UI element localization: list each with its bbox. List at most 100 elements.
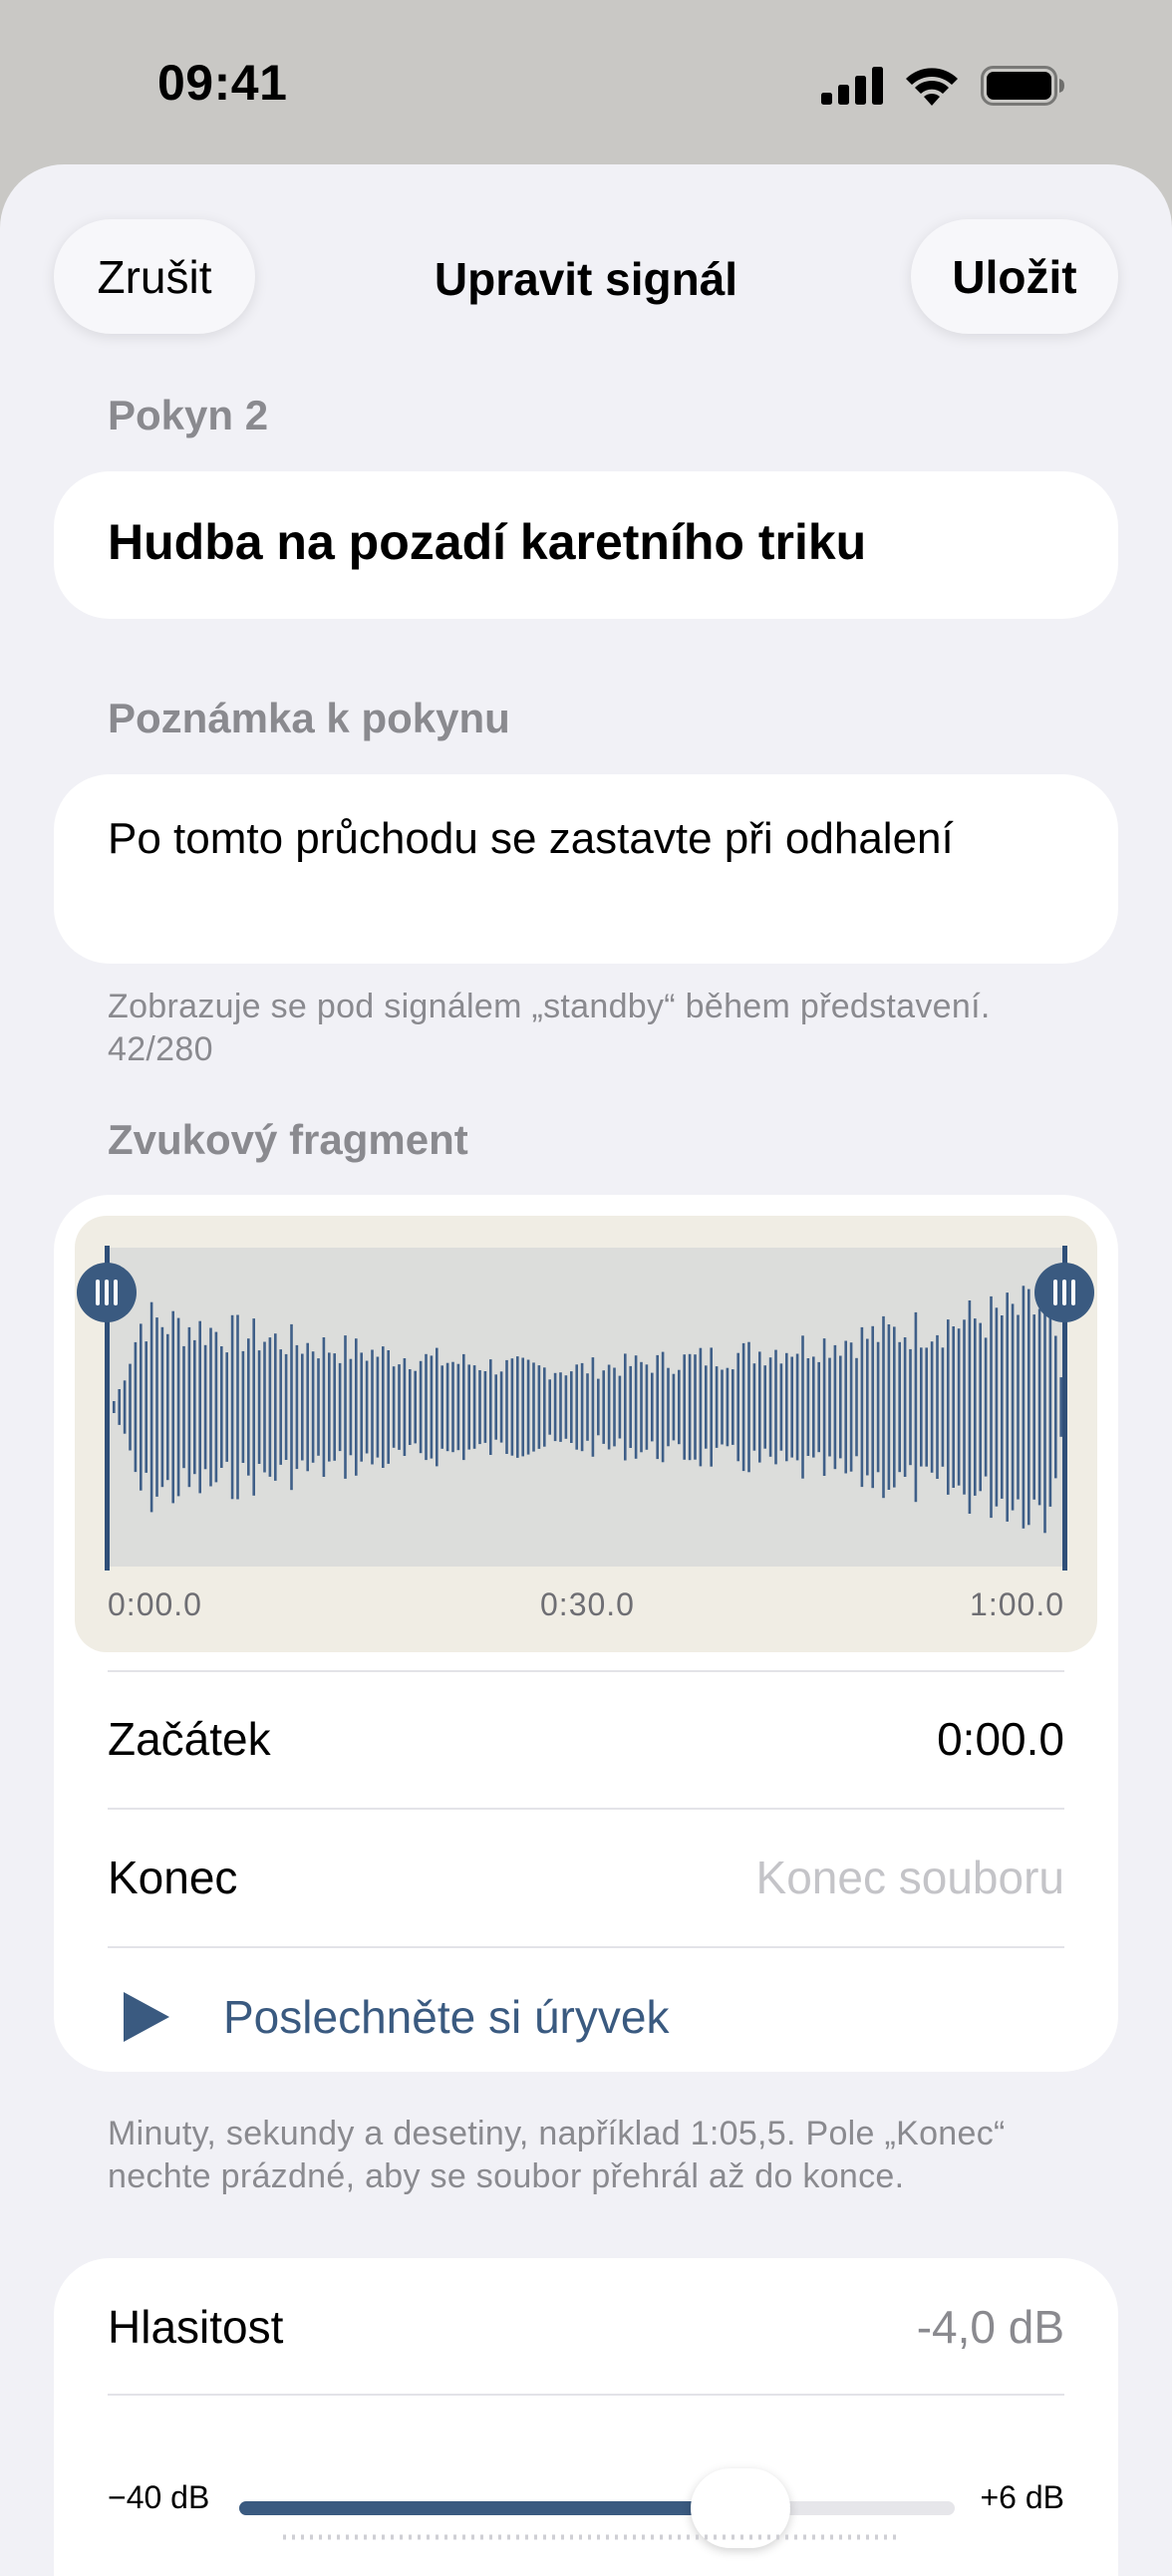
waveform-bar xyxy=(392,1366,396,1448)
waveform-bar xyxy=(160,1326,164,1488)
timeline-start-label: 0:00.0 xyxy=(108,1586,202,1622)
waveform-bar xyxy=(984,1337,988,1477)
waveform-bar xyxy=(898,1341,901,1473)
volume-max-label: +6 dB xyxy=(980,2479,1064,2515)
waveform-bar xyxy=(909,1348,912,1466)
waveform-bar xyxy=(176,1317,180,1497)
waveform-bar xyxy=(661,1351,665,1463)
waveform-bar xyxy=(419,1360,423,1454)
waveform-bar xyxy=(456,1363,460,1451)
volume-slider-track[interactable] xyxy=(239,2468,955,2548)
waveform-bar xyxy=(414,1370,417,1444)
waveform-bar xyxy=(113,1401,116,1413)
waveform-bar xyxy=(440,1365,443,1449)
timeline-end-label: 1:00.0 xyxy=(970,1586,1064,1622)
save-button[interactable]: Uložit xyxy=(911,219,1118,334)
start-time-value[interactable]: 0:00.0 xyxy=(937,1712,1064,1766)
waveform-bar xyxy=(1011,1303,1015,1511)
waveform-bar xyxy=(1022,1286,1026,1529)
waveform-bar xyxy=(564,1375,568,1439)
waveform-bar xyxy=(268,1337,272,1477)
waveform-bar xyxy=(822,1338,826,1476)
waveform-bar xyxy=(580,1362,584,1452)
waveform-bar xyxy=(306,1342,309,1472)
waveform-bar xyxy=(763,1365,766,1449)
waveform-bar xyxy=(963,1319,966,1495)
waveform-bar xyxy=(257,1350,261,1464)
start-time-row[interactable]: Začátek 0:00.0 xyxy=(108,1670,1064,1808)
volume-min-label: −40 dB xyxy=(108,2479,210,2515)
waveform-bar xyxy=(849,1342,853,1472)
preview-clip-label: Poslechněte si úryvek xyxy=(223,1991,670,2043)
waveform-bar xyxy=(602,1370,605,1444)
waveform-bar xyxy=(203,1344,207,1470)
volume-label: Hlasitost xyxy=(108,2301,284,2353)
waveform-bar xyxy=(241,1350,245,1463)
waveform-bar xyxy=(236,1314,239,1500)
cue-section-label: Pokyn 2 xyxy=(108,392,269,438)
waveform-bar xyxy=(672,1373,676,1441)
clip-card: 0:00.0 0:30.0 1:00.0 Začátek 0:00.0 Kone… xyxy=(54,1195,1118,2072)
waveform-bar xyxy=(1037,1308,1041,1506)
waveform-bar xyxy=(559,1372,562,1442)
waveform-bar xyxy=(425,1353,428,1461)
trim-end-handle[interactable] xyxy=(1034,1263,1094,1322)
clip-section-label: Zvukový fragment xyxy=(108,1116,468,1163)
waveform-bar xyxy=(871,1325,874,1489)
waveform-bar xyxy=(947,1319,950,1495)
trim-start-handle[interactable] xyxy=(77,1263,137,1322)
waveform-bar xyxy=(532,1362,535,1452)
waveform-bar xyxy=(489,1359,492,1455)
waveform-bar xyxy=(382,1346,385,1468)
status-time: 09:41 xyxy=(157,55,288,111)
cue-name-field[interactable]: Hudba na pozadí karetního triku xyxy=(54,471,1118,619)
waveform-bar xyxy=(968,1300,972,1514)
waveform-bar xyxy=(198,1320,201,1494)
waveform-bar xyxy=(505,1359,508,1454)
waveform-bar xyxy=(1054,1335,1057,1479)
waveform-bar xyxy=(607,1364,611,1450)
waveform-bar xyxy=(279,1349,282,1465)
note-help-text: Zobrazuje se pod signálem „standby“ běhe… xyxy=(108,988,991,1025)
waveform-bar xyxy=(812,1356,815,1458)
waveform-bar xyxy=(629,1365,632,1448)
end-time-row[interactable]: Konec Konec souboru xyxy=(108,1809,1064,1946)
waveform-bar xyxy=(688,1353,692,1461)
waveform-editor[interactable]: 0:00.0 0:30.0 1:00.0 xyxy=(75,1216,1097,1652)
waveform-bar xyxy=(876,1341,880,1473)
waveform-bar xyxy=(510,1358,514,1456)
waveform-bar xyxy=(844,1340,847,1474)
waveform-bar xyxy=(715,1366,719,1448)
waveform-bar xyxy=(328,1352,331,1462)
waveform-bar xyxy=(651,1372,654,1442)
waveform-bar xyxy=(597,1378,600,1436)
volume-card: Hlasitost -4,0 dB −40 dB +6 dB xyxy=(54,2258,1118,2576)
waveform-bar xyxy=(882,1315,885,1499)
waveform-bar xyxy=(371,1349,374,1465)
waveform-bar xyxy=(209,1327,212,1487)
end-time-input[interactable]: Konec souboru xyxy=(756,1851,1064,1904)
waveform-bar xyxy=(952,1326,955,1488)
waveform-bar xyxy=(134,1341,138,1473)
waveform-bar xyxy=(483,1371,487,1443)
waveform-bar xyxy=(284,1353,288,1460)
waveform-bar xyxy=(365,1360,369,1454)
waveform-bar xyxy=(705,1365,708,1449)
waveform-bar xyxy=(409,1369,412,1445)
preview-clip-button[interactable]: Poslechněte si úryvek xyxy=(108,1948,1064,2086)
waveform-bar xyxy=(1043,1281,1046,1534)
note-section-label: Poznámka k pokynu xyxy=(108,695,510,741)
waveform-bar xyxy=(344,1335,347,1479)
waveform-bar xyxy=(613,1367,616,1447)
cellular-signal-icon xyxy=(821,67,883,105)
waveform-bar xyxy=(839,1355,842,1459)
waveform-bar xyxy=(678,1369,681,1445)
waveform-bar xyxy=(747,1341,750,1473)
waveform-bar xyxy=(790,1356,793,1458)
waveform-bar xyxy=(403,1358,407,1456)
waveform-bar xyxy=(263,1341,266,1473)
play-icon xyxy=(124,1992,169,2042)
note-field[interactable]: Po tomto průchodu se zastavte při odhale… xyxy=(54,774,1118,964)
waveform-bar xyxy=(1006,1292,1009,1522)
waveform-bar xyxy=(376,1356,380,1458)
